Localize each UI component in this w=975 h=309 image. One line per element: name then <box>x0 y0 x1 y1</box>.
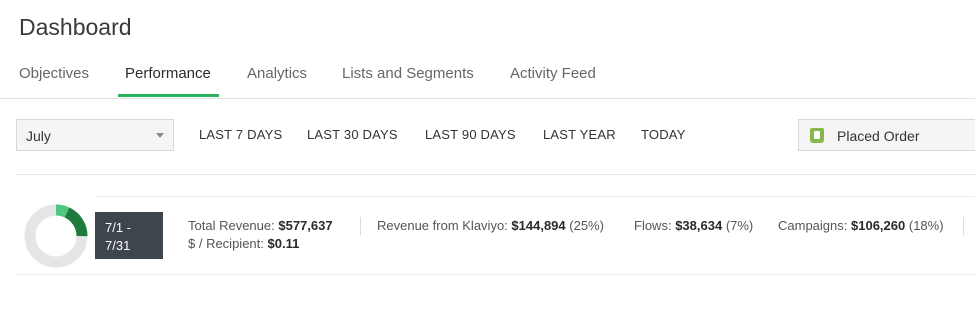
date-range-end: 7/31 <box>105 238 131 253</box>
range-last-90-days-button[interactable]: LAST 90 DAYS <box>425 127 516 142</box>
revenue-donut-chart <box>24 204 88 268</box>
flows-revenue-pct: (7%) <box>725 218 754 233</box>
tab-performance[interactable]: Performance <box>118 65 219 97</box>
per-recipient-value: $0.11 <box>267 236 300 251</box>
divider <box>16 274 975 275</box>
flows-revenue-value: $38,634 <box>675 218 723 233</box>
divider <box>95 196 975 197</box>
tab-analytics[interactable]: Analytics <box>247 65 307 97</box>
range-last-year-button[interactable]: LAST YEAR <box>543 127 616 142</box>
range-today-button[interactable]: TODAY <box>641 127 686 142</box>
date-range-badge: 7/1 - 7/31 <box>95 212 163 259</box>
shopify-icon <box>810 128 824 143</box>
tab-lists-and-segments[interactable]: Lists and Segments <box>342 65 474 97</box>
klaviyo-revenue-label: Revenue from Klaviyo: <box>377 218 508 233</box>
campaigns-revenue-value: $106,260 <box>851 218 906 233</box>
divider <box>963 217 964 235</box>
flows-revenue-stat: Flows: $38,634 (7%) <box>634 218 753 233</box>
divider <box>16 174 975 175</box>
total-revenue-label: Total Revenue: <box>188 218 275 233</box>
klaviyo-revenue-value: $144,894 <box>511 218 566 233</box>
metric-select[interactable]: Placed Order <box>798 119 975 151</box>
total-revenue-value: $577,637 <box>278 218 333 233</box>
range-last-7-days-button[interactable]: LAST 7 DAYS <box>199 127 282 142</box>
flows-revenue-label: Flows: <box>634 218 672 233</box>
revenue-summary: 7/1 - 7/31 Total Revenue: $577,637 $ / R… <box>0 196 975 275</box>
chevron-down-icon <box>156 133 164 138</box>
divider <box>360 217 361 235</box>
total-revenue-stat: Total Revenue: $577,637 <box>188 218 333 233</box>
per-recipient-label: $ / Recipient: <box>188 236 264 251</box>
klaviyo-revenue-stat: Revenue from Klaviyo: $144,894 (25%) <box>377 218 604 233</box>
metric-select-value: Placed Order <box>837 128 920 144</box>
per-recipient-stat: $ / Recipient: $0.11 <box>188 236 299 251</box>
month-select[interactable]: July <box>16 119 174 151</box>
campaigns-revenue-stat: Campaigns: $106,260 (18%) <box>778 218 944 233</box>
tab-activity-feed[interactable]: Activity Feed <box>510 65 596 97</box>
tab-bar: Objectives Performance Analytics Lists a… <box>0 58 975 99</box>
tab-objectives[interactable]: Objectives <box>19 65 89 97</box>
campaigns-revenue-pct: (18%) <box>908 218 944 233</box>
range-last-30-days-button[interactable]: LAST 30 DAYS <box>307 127 398 142</box>
campaigns-revenue-label: Campaigns: <box>778 218 848 233</box>
date-range-start: 7/1 - <box>105 220 132 235</box>
page-title: Dashboard <box>19 14 132 40</box>
klaviyo-revenue-pct: (25%) <box>569 218 604 233</box>
date-toolbar: July LAST 7 DAYS LAST 30 DAYS LAST 90 DA… <box>0 119 975 153</box>
month-select-value: July <box>26 128 51 144</box>
